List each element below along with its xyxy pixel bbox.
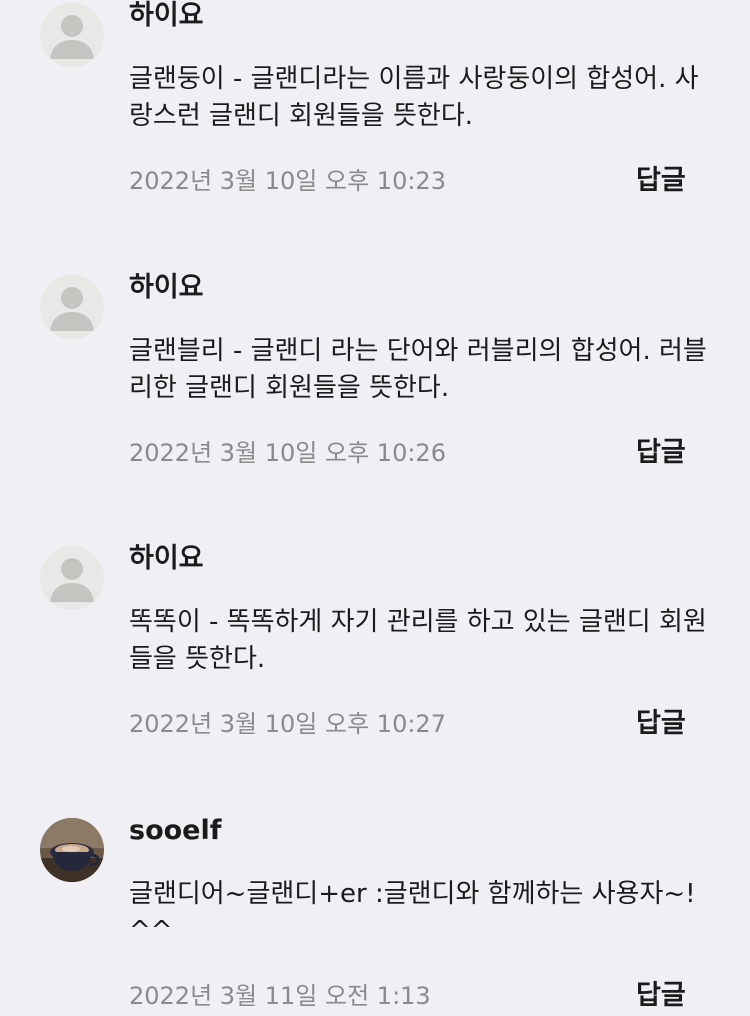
- comment-author[interactable]: 하이요: [129, 268, 204, 308]
- comment-text: 글랜블리 - 글랜디 라는 단어와 러블리의 합성어. 러블리한 글랜디 회원들…: [129, 336, 707, 403]
- default-user-avatar-icon[interactable]: [40, 3, 104, 67]
- comment-item: 하이요 글랜둥이 - 글랜디라는 이름과 사랑둥이의 합성어. 사랑스런 글랜디…: [0, 0, 750, 272]
- comment-timestamp: 2022년 3월 10일 오후 10:23: [129, 167, 446, 195]
- reply-button[interactable]: 답글: [636, 162, 686, 200]
- reply-button[interactable]: 답글: [636, 705, 686, 743]
- coffee-cup-photo-avatar[interactable]: [40, 818, 104, 882]
- reply-button[interactable]: 답글: [636, 434, 686, 472]
- comment-text: 글랜디어~글랜디+er :글랜디와 함께하는 사용자~!^^: [129, 879, 696, 946]
- comment-timestamp: 2022년 3월 10일 오후 10:26: [129, 439, 446, 467]
- default-user-avatar-icon[interactable]: [40, 275, 104, 339]
- comment-author[interactable]: 하이요: [129, 0, 204, 36]
- comment-timestamp: 2022년 3월 11일 오전 1:13: [129, 982, 431, 1010]
- comment-item: 하이요 똑똑이 - 똑똑하게 자기 관리를 하고 있는 글랜디 회원들을 뜻한다…: [0, 543, 750, 815]
- comment-item: sooelf 글랜디어~글랜디+er :글랜디와 함께하는 사용자~!^^ 20…: [0, 815, 750, 1016]
- comment-text: 똑똑이 - 똑똑하게 자기 관리를 하고 있는 글랜디 회원들을 뜻한다.: [129, 607, 707, 674]
- comment-timestamp: 2022년 3월 10일 오후 10:27: [129, 710, 446, 738]
- comment-list: 하이요 글랜둥이 - 글랜디라는 이름과 사랑둥이의 합성어. 사랑스런 글랜디…: [0, 0, 750, 1016]
- reply-button[interactable]: 답글: [636, 977, 686, 1015]
- default-user-avatar-icon[interactable]: [40, 546, 104, 610]
- comment-author[interactable]: 하이요: [129, 539, 204, 579]
- comment-item: 하이요 글랜블리 - 글랜디 라는 단어와 러블리의 합성어. 러블리한 글랜디…: [0, 272, 750, 544]
- comment-author[interactable]: sooelf: [129, 811, 221, 851]
- comment-text: 글랜둥이 - 글랜디라는 이름과 사랑둥이의 합성어. 사랑스런 글랜디 회원들…: [129, 64, 699, 131]
